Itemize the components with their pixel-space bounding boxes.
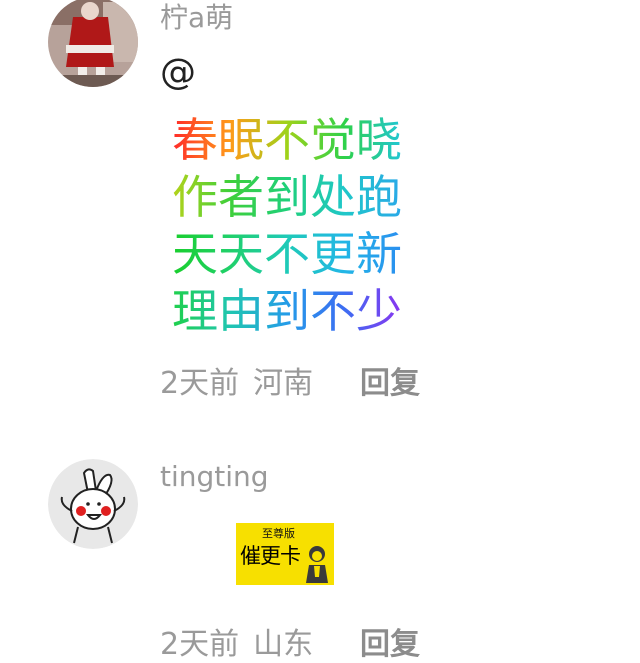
sticker-main-text: 催更卡 [240,544,301,568]
reply-button[interactable]: 回复 [360,619,420,663]
character-icon [306,546,328,583]
comment-item: tingting 至尊版 催更卡 2天前 山东 回复 [0,0,640,662]
sticker-top-text: 至尊版 [262,527,295,540]
comment-location: 山东 [253,627,314,662]
comment-time: 2天前 [160,627,240,662]
comment-meta: 2天前 山东 [160,619,313,663]
username[interactable]: tingting [160,460,269,493]
avatar[interactable] [48,459,138,549]
urge-update-card-sticker[interactable]: 至尊版 催更卡 [236,523,334,585]
